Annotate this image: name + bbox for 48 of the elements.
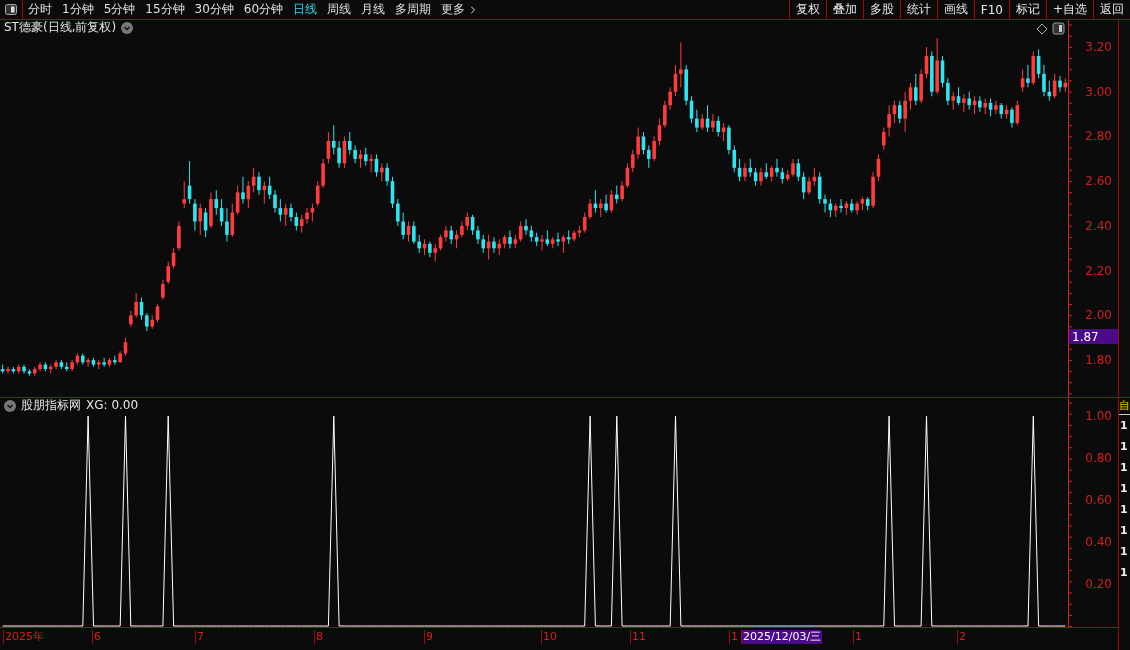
indicator-axis-label: 0.60 bbox=[1085, 493, 1112, 508]
cursor-date-label: 2025/12/03/三 bbox=[741, 630, 823, 644]
price-axis-label: 3.00 bbox=[1085, 84, 1112, 99]
side-panel-value: 1 bbox=[1119, 502, 1129, 518]
side-panel-value: 1 bbox=[1119, 523, 1129, 539]
date-axis-label: 2 bbox=[957, 630, 967, 644]
side-panel-value: 1 bbox=[1119, 418, 1129, 434]
date-axis-label: 7 bbox=[195, 630, 205, 644]
indicator-axis-label: 0.40 bbox=[1085, 535, 1112, 549]
more-button[interactable]: 更多 bbox=[436, 0, 485, 19]
current-price-tag: 1.87 bbox=[1069, 329, 1118, 344]
period-tab[interactable]: 周线 bbox=[322, 0, 357, 19]
period-tab[interactable]: 1分钟 bbox=[57, 0, 99, 19]
date-axis-label: 11 bbox=[630, 630, 647, 644]
period-tab[interactable]: 15分钟 bbox=[140, 0, 190, 19]
period-tab[interactable]: 多周期 bbox=[390, 0, 437, 19]
indicator-axis-label: 0.20 bbox=[1085, 577, 1112, 591]
indicator-axis-label: 0.80 bbox=[1085, 451, 1112, 466]
indicator-axis-label: 1.00 bbox=[1085, 409, 1112, 424]
date-axis-label: 1 bbox=[853, 630, 863, 644]
date-axis-label: 8 bbox=[314, 630, 324, 644]
indicator-name: 股朋指标网 bbox=[21, 399, 81, 412]
side-panel-value: 1 bbox=[1119, 565, 1129, 581]
side-panel-value: 1 bbox=[1119, 544, 1129, 560]
date-axis-label: 10 bbox=[541, 630, 558, 644]
period-tab[interactable]: 60分钟 bbox=[238, 0, 289, 19]
price-axis-label: 2.20 bbox=[1085, 263, 1112, 278]
price-axis-label: 2.00 bbox=[1085, 308, 1112, 323]
chart-title: ST德豪(日线,前复权) bbox=[4, 21, 117, 34]
price-axis-label: 1.80 bbox=[1085, 353, 1112, 368]
period-tab[interactable]: 分时 bbox=[23, 0, 57, 19]
price-axis-label: 2.40 bbox=[1085, 218, 1112, 233]
side-panel-header: 自 bbox=[1119, 398, 1130, 415]
price-axis-label: 2.80 bbox=[1085, 129, 1112, 144]
date-axis-label: 9 bbox=[424, 630, 434, 644]
side-panel-value: 1 bbox=[1119, 439, 1129, 455]
date-axis-label: 2025年 bbox=[3, 630, 45, 644]
date-axis-label: 1 bbox=[729, 630, 739, 644]
period-tab[interactable]: 5分钟 bbox=[98, 0, 141, 19]
side-panel-value: 1 bbox=[1119, 460, 1129, 476]
date-axis-label: 6 bbox=[92, 630, 102, 644]
price-axis-label: 2.60 bbox=[1085, 174, 1112, 189]
period-tab[interactable]: 日线 bbox=[288, 0, 323, 19]
price-axis-label: 3.20 bbox=[1085, 40, 1112, 55]
indicator-reading: XG: 0.00 bbox=[86, 399, 139, 412]
period-tab[interactable]: 30分钟 bbox=[189, 0, 239, 19]
side-panel-value: 1 bbox=[1119, 481, 1129, 497]
period-tab[interactable]: 月线 bbox=[356, 0, 391, 19]
